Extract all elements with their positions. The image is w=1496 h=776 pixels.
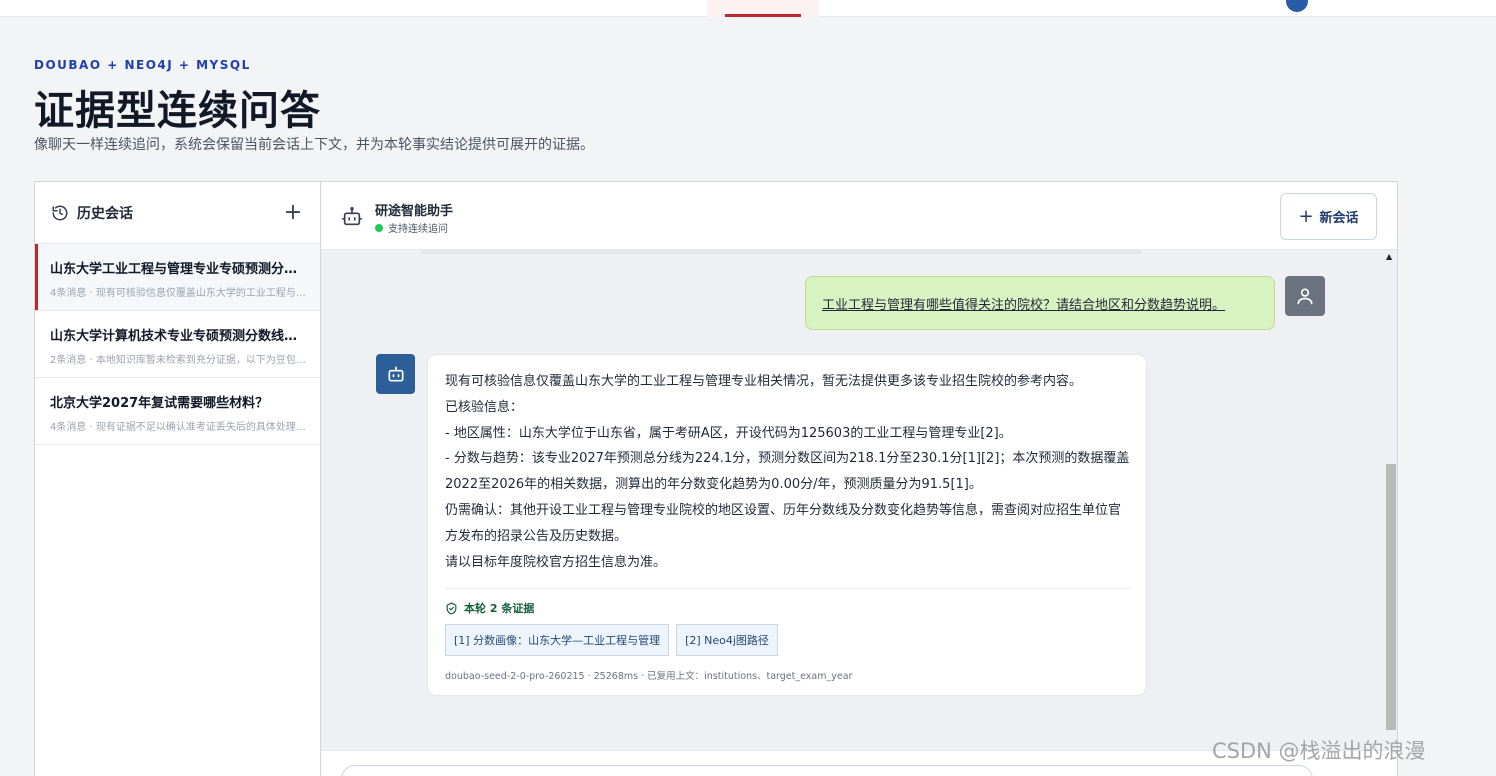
user-icon [1297, 288, 1313, 305]
evidence-header: 本轮 2 条证据 [445, 600, 1130, 616]
conversation-summary: 4条消息 · 现有可核验信息仅覆盖山东大学的工业工程与管理专业相关情况 [50, 288, 306, 299]
sidebar-header: 历史会话 + [35, 182, 320, 244]
answer-line: 请以目标年度院校官方招生信息为准。 [445, 554, 667, 570]
bot-avatar [376, 354, 415, 394]
page-title: 证据型连续问答 [34, 88, 321, 134]
previous-message-edge [421, 250, 1141, 254]
plus-icon: + [1298, 206, 1314, 227]
answer-line: 仍需确认：其他开设工业工程与管理专业院校的地区设置、历年分数线及分数变化趋势等信… [445, 502, 1122, 544]
status-text: 支持连续追问 [388, 224, 448, 235]
history-sidebar: 历史会话 + 山东大学工业工程与管理专业专硕预测分数线 4条消息 · 现有可核验… [35, 182, 321, 776]
scroll-up-arrow-icon[interactable]: ▲ [1386, 252, 1392, 261]
conversation-item[interactable]: 山东大学工业工程与管理专业专硕预测分数线 4条消息 · 现有可核验信息仅覆盖山东… [35, 244, 320, 311]
evidence-chips: [1] 分数画像：山东大学—工业工程与管理 [2] Neo4j图路径 [445, 624, 1130, 657]
conversation-title: 山东大学计算机技术专业专硕预测分数线是多少 [50, 329, 306, 344]
conversation-item[interactable]: 北京大学2027年复试需要哪些材料？ 4条消息 · 现有证据不足以确认准考证丢失… [35, 378, 320, 445]
new-chat-label: 新会话 [1319, 211, 1359, 226]
assistant-answer-card: 现有可核验信息仅覆盖山东大学的工业工程与管理专业相关情况，暂无法提供更多该专业招… [427, 354, 1147, 696]
robot-icon [342, 207, 362, 226]
robot-icon [388, 366, 403, 382]
status-dot [375, 223, 383, 232]
answer-line: - 分数与趋势：该专业2027年预测总分线为224.1分，预测分数区间为218.… [445, 451, 1130, 493]
plus-icon[interactable]: + [282, 201, 304, 224]
tech-stack-eyebrow: DOUBAO + NEO4J + MYSQL [34, 58, 251, 72]
conversation-item[interactable]: 山东大学计算机技术专业专硕预测分数线是多少 2条消息 · 本地知识库暂未检索到充… [35, 311, 320, 378]
chat-shell: 历史会话 + 山东大学工业工程与管理专业专硕预测分数线 4条消息 · 现有可核验… [34, 181, 1398, 776]
evidence-count: 本轮 2 条证据 [464, 602, 535, 616]
new-chat-button[interactable]: + 新会话 [1280, 193, 1377, 240]
chat-panel: 研途智能助手 支持连续追问 + 新会话 工业工程与管理有哪些值得关注的院校？请结… [321, 182, 1397, 776]
answer-line: 现有可核验信息仅覆盖山东大学的工业工程与管理专业相关情况，暂无法提供更多该专业招… [445, 374, 1083, 389]
chat-header: 研途智能助手 支持连续追问 + 新会话 [321, 182, 1397, 250]
shield-check-icon [446, 602, 457, 615]
evidence-chip[interactable]: [2] Neo4j图路径 [676, 624, 778, 657]
conversation-summary: 2条消息 · 本地知识库暂未检索到充分证据，以下为豆包模型回答 [50, 355, 306, 366]
watermark: CSDN @栈溢出的浪漫 [1212, 739, 1426, 763]
answer-metadata: doubao-seed-2-0-pro-260215 · 25268ms · 已… [445, 671, 853, 683]
sidebar-title: 历史会话 [77, 205, 133, 222]
answer-line: - 地区属性：山东大学位于山东省，属于考研A区，开设代码为125603的工业工程… [445, 425, 1012, 441]
page-subtitle: 像聊天一样连续追问，系统会保留当前会话上下文，并为本轮事实结论提供可展开的证据。 [34, 137, 594, 153]
conversation-title: 北京大学2027年复试需要哪些材料？ [50, 396, 269, 411]
assistant-status: 支持连续追问 [375, 220, 448, 235]
conversation-summary: 4条消息 · 现有证据不足以确认准考证丢失后的具体处理方式 [50, 422, 306, 433]
answer-divider [445, 588, 1130, 590]
user-message-text: 工业工程与管理有哪些值得关注的院校？请结合地区和分数趋势说明。 [822, 297, 1226, 313]
evidence-chip[interactable]: [1] 分数画像：山东大学—工业工程与管理 [445, 624, 670, 657]
message-input[interactable] [341, 765, 1313, 776]
nav-active-tab[interactable] [707, 0, 819, 17]
history-icon [52, 205, 68, 220]
assistant-name: 研途智能助手 [375, 204, 454, 219]
user-menu-avatar[interactable] [1286, 0, 1308, 12]
message-list[interactable]: 工业工程与管理有哪些值得关注的院校？请结合地区和分数趋势说明。 现有可核验信息仅… [321, 250, 1397, 750]
nav-active-underline [725, 14, 801, 17]
user-message-bubble: 工业工程与管理有哪些值得关注的院校？请结合地区和分数趋势说明。 [805, 276, 1275, 330]
user-avatar [1285, 276, 1325, 316]
scrollbar-thumb[interactable] [1386, 464, 1396, 730]
scrollbar[interactable]: ▲ [1383, 250, 1397, 732]
conversation-title: 山东大学工业工程与管理专业专硕预测分数线 [50, 262, 306, 277]
answer-line: 已核验信息： [445, 399, 524, 415]
top-navbar [0, 0, 1496, 17]
